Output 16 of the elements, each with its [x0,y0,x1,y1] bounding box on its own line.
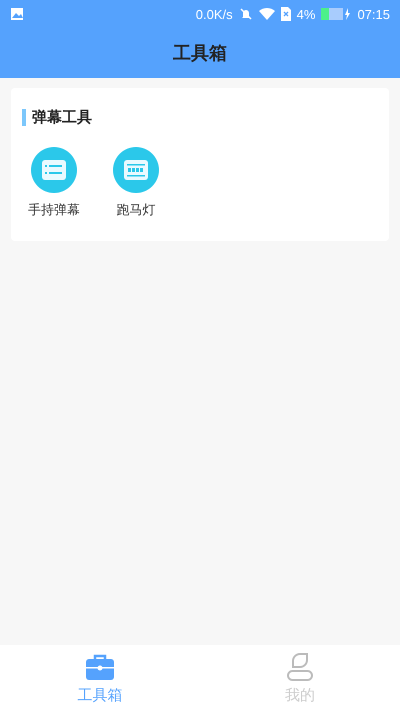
bell-off-icon [238,7,253,21]
tool-item[interactable]: 跑马灯 [104,147,168,219]
tool-item[interactable]: 手持弹幕 [22,147,86,219]
person-icon [285,652,315,682]
network-speed: 0.0K/s [196,6,233,22]
battery-percent: 4% [296,6,316,22]
accent-bar [22,109,26,126]
page-title: 工具箱 [172,42,228,66]
marquee-icon [113,147,159,193]
image-icon [10,7,24,21]
battery-charging-icon [321,8,352,20]
list-icon [31,147,77,193]
wifi-icon [258,7,275,21]
clock: 07:15 [357,6,390,22]
section-title: 弹幕工具 [32,108,92,127]
sim-icon [280,7,291,21]
